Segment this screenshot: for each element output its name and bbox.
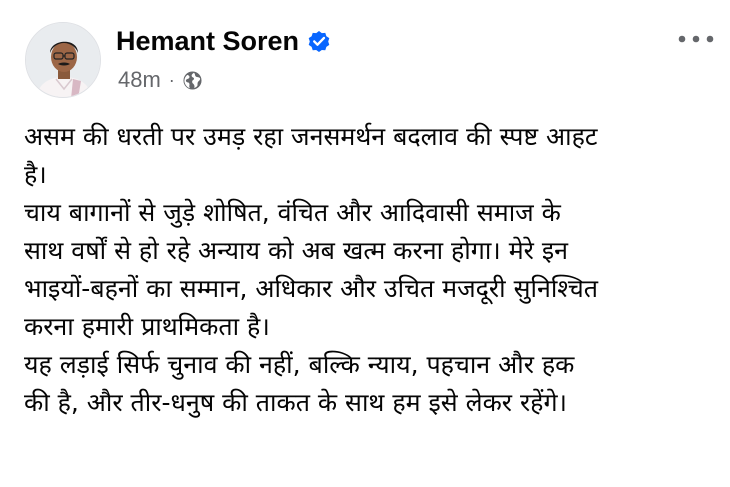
globe-icon[interactable] xyxy=(182,70,203,91)
facebook-post: Hemant Soren 48m · असम की धरती पर उमड़ र… xyxy=(0,0,730,487)
post-text: असम की धरती पर उमड़ रहा जनसमर्थन बदलाव क… xyxy=(24,118,714,422)
more-options-button[interactable] xyxy=(674,26,718,52)
avatar-photo xyxy=(26,23,100,97)
more-options-icon xyxy=(678,35,714,43)
post-meta: 48m · xyxy=(118,66,203,94)
post-text-line: साथ वर्षों से हो रहे अन्याय को अब खत्म क… xyxy=(24,236,568,265)
post-text-line: चाय बागानों से जुड़े शोषित, वंचित और आदि… xyxy=(24,198,561,227)
meta-separator: · xyxy=(168,69,175,90)
post-timestamp[interactable]: 48m xyxy=(118,67,161,93)
author-header: Hemant Soren xyxy=(116,24,332,58)
post-text-line: भाइयों-बहनों का सम्मान, अधिकार और उचित म… xyxy=(24,274,599,303)
author-name[interactable]: Hemant Soren xyxy=(116,26,299,57)
post-text-line: करना हमारी प्राथमिकता है। xyxy=(24,312,270,341)
post-text-line: यह लड़ाई सिर्फ चुनाव की नहीं, बल्कि न्या… xyxy=(24,350,575,379)
post-text-line: असम की धरती पर उमड़ रहा जनसमर्थन बदलाव क… xyxy=(24,122,598,151)
post-text-line: है। xyxy=(24,160,47,189)
author-avatar[interactable] xyxy=(25,22,101,98)
post-text-line: की है, और तीर-धनुष की ताकत के साथ हम इसे… xyxy=(24,388,568,417)
verified-badge-icon xyxy=(306,28,332,54)
